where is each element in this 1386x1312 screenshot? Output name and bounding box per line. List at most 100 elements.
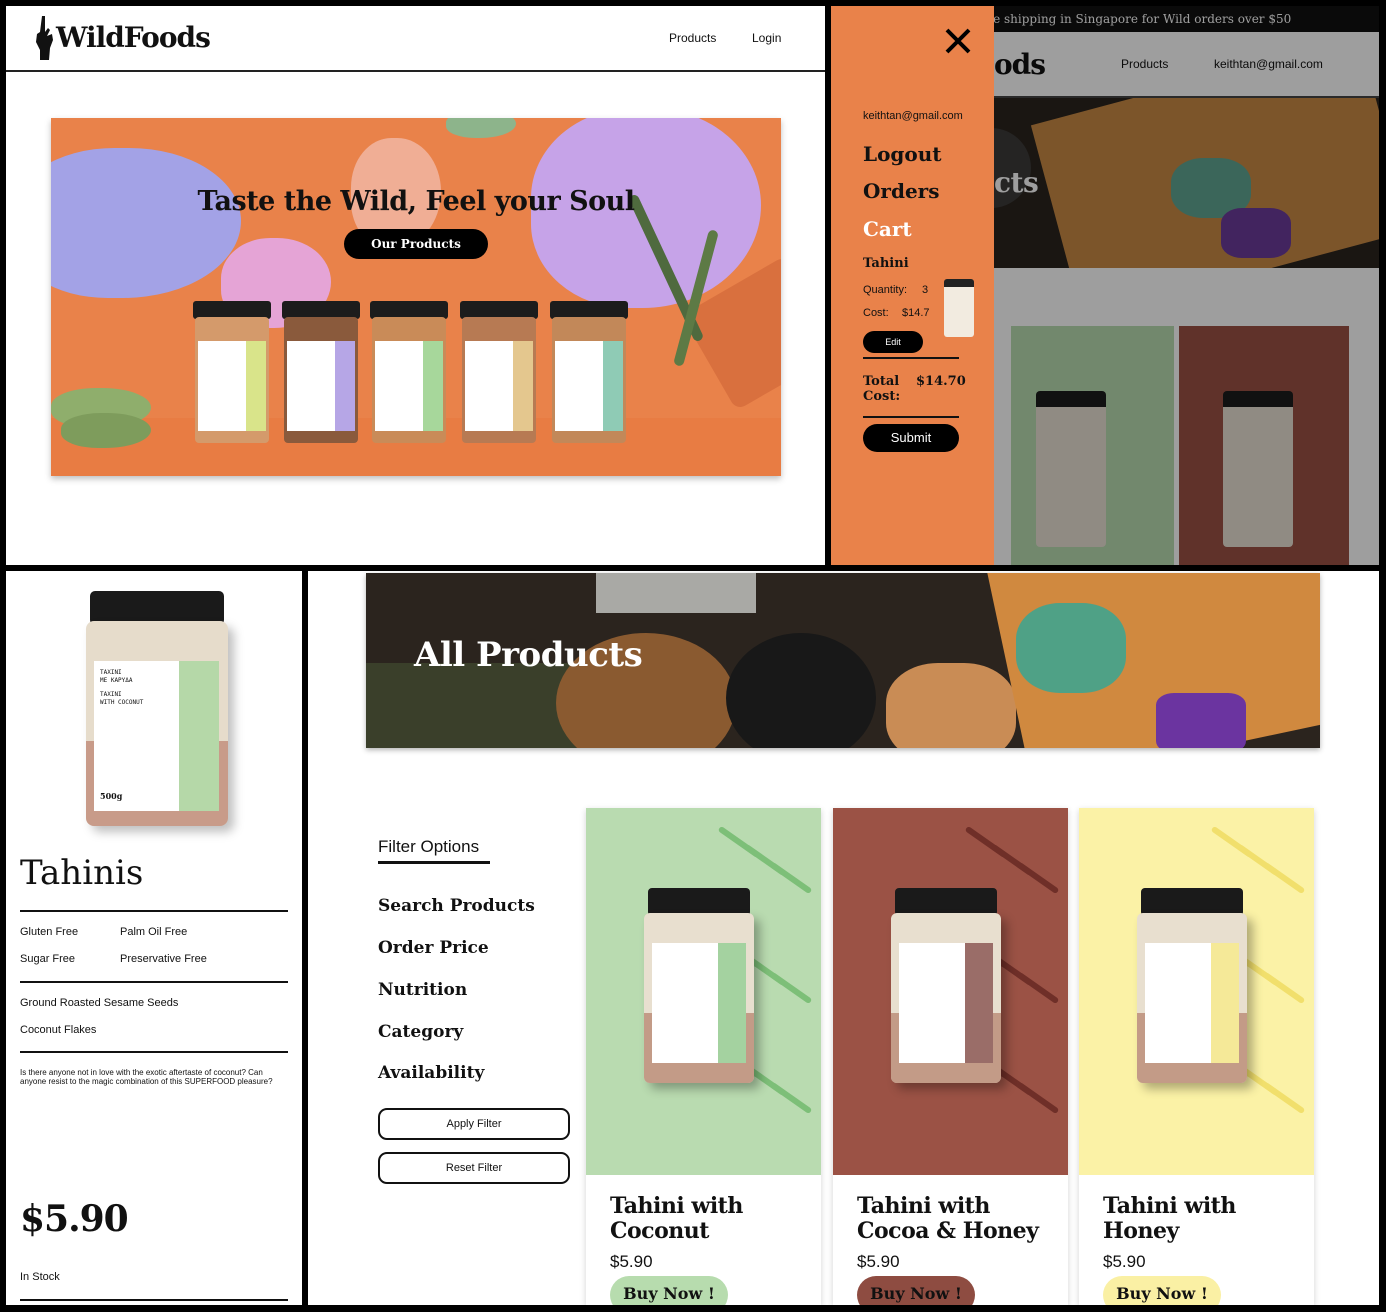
product-jar <box>644 888 754 1083</box>
cart-item-thumbnail <box>944 279 974 337</box>
detail-divider <box>20 981 288 983</box>
menu-logout-link[interactable]: Logout <box>863 142 942 166</box>
product-detail-panel: ΤΑΧΙΝΙ ΜΕ ΚΑΡΥΔΑ ΤΑΧΙΝΙ WITH COCONUT 500g … <box>6 571 302 1305</box>
brand-name: WildFoods <box>56 20 211 54</box>
pattern-stroke <box>1262 1081 1306 1115</box>
pattern-stroke <box>1016 861 1060 895</box>
pattern-stroke <box>1016 971 1060 1005</box>
hero-title: Taste the Wild, Feel your Soul <box>197 186 635 217</box>
pattern-stroke <box>1262 971 1306 1005</box>
product-image[interactable] <box>833 808 1068 1175</box>
hero-blob <box>51 148 241 298</box>
our-products-button[interactable]: Our Products <box>344 229 488 259</box>
product-jar <box>460 301 538 443</box>
cart-cost-label: Cost: <box>863 307 889 319</box>
jar-lid <box>648 888 750 916</box>
jar-weight: 500g <box>100 791 123 801</box>
home-header: WildFoods Products Login <box>6 6 825 72</box>
jar-lid <box>90 591 224 625</box>
detail-divider <box>20 1299 288 1301</box>
hero-blob <box>446 118 516 138</box>
total-divider <box>863 416 959 418</box>
filter-availability[interactable]: Availability <box>378 1063 484 1083</box>
product-jar <box>282 301 360 443</box>
pattern-stroke <box>769 971 813 1005</box>
close-icon[interactable] <box>944 27 972 55</box>
jar-lid-shape <box>726 633 876 748</box>
pattern-stroke <box>769 1081 813 1115</box>
catalog-banner-title: All Products <box>414 635 643 675</box>
tag-gluten-free: Gluten Free <box>20 926 79 938</box>
jar-label: ΤΑΧΙΝΙ ΜΕ ΚΑΡΥΔΑ ΤΑΧΙΝΙ WITH COCONUT 500g <box>94 661 219 811</box>
filter-heading-underline <box>378 861 490 864</box>
submit-order-button[interactable]: Submit <box>863 424 959 452</box>
menu-orders-link[interactable]: Orders <box>863 179 939 203</box>
jar-label-pattern <box>965 943 993 1063</box>
detail-divider <box>20 910 288 912</box>
jar-lid-shape <box>886 663 1016 748</box>
jar-label-pattern <box>179 661 219 811</box>
detail-price: $5.90 <box>20 1198 129 1240</box>
reset-filter-button[interactable]: Reset Filter <box>378 1152 570 1184</box>
grass-shape <box>366 663 586 748</box>
buy-now-button[interactable]: Buy Now ! <box>857 1276 975 1305</box>
product-image[interactable] <box>586 808 821 1175</box>
detail-divider <box>20 1051 288 1053</box>
detail-description: Is there anyone not in love with the exo… <box>20 1068 273 1086</box>
side-menu: keithtan@gmail.com Logout Orders Cart Ta… <box>831 6 994 565</box>
jar-label <box>899 943 993 1063</box>
product-price: $5.90 <box>857 1252 900 1271</box>
product-jar <box>891 888 1001 1083</box>
cart-edit-button[interactable]: Edit <box>863 331 923 353</box>
menu-cart-link[interactable]: Cart <box>863 217 912 241</box>
jar-label-text: ΤΑΧΙΝΙ ΜΕ ΚΑΡΥΔΑ ΤΑΧΙΝΙ WITH COCONUT <box>100 669 144 706</box>
detail-jar-image: ΤΑΧΙΝΙ ΜΕ ΚΑΡΥΔΑ ΤΑΧΙΝΙ WITH COCONUT 500g <box>84 591 230 826</box>
product-name[interactable]: Tahini with Honey <box>1103 1194 1303 1244</box>
brand-logo[interactable]: WildFoods <box>34 14 211 60</box>
jar-lid <box>1141 888 1243 916</box>
product-card[interactable]: Tahini with Cocoa & Honey $5.90 Buy Now ! <box>833 808 1068 1305</box>
jar-label <box>652 943 746 1063</box>
detail-title: Tahinis <box>20 853 144 893</box>
cart-cost-value: $14.7 <box>902 307 930 319</box>
home-panel: WildFoods Products Login Taste the Wild,… <box>6 6 825 565</box>
catalog-panel: All Products Filter Options Search Produ… <box>308 571 1379 1305</box>
product-jar <box>1137 888 1247 1083</box>
buy-now-button[interactable]: Buy Now ! <box>1103 1276 1221 1305</box>
nav-login-link[interactable]: Login <box>752 31 781 45</box>
nav-products-link[interactable]: Products <box>669 31 716 45</box>
product-price: $5.90 <box>610 1252 653 1271</box>
filter-nutrition[interactable]: Nutrition <box>378 980 467 1000</box>
product-card[interactable]: Tahini with Coconut $5.90 Buy Now ! <box>586 808 821 1305</box>
jar-label-pattern <box>718 943 746 1063</box>
product-jar <box>193 301 271 443</box>
tag-preservative-free: Preservative Free <box>120 953 207 965</box>
pattern-stroke <box>769 861 813 895</box>
cart-quantity-value: 3 <box>922 284 929 296</box>
cart-divider <box>863 357 959 359</box>
stock-status: In Stock <box>20 1271 60 1283</box>
filter-search-products[interactable]: Search Products <box>378 896 535 916</box>
product-image[interactable] <box>1079 808 1314 1175</box>
product-name[interactable]: Tahini with Coconut <box>610 1194 810 1244</box>
apply-filter-button[interactable]: Apply Filter <box>378 1108 570 1140</box>
buy-now-button[interactable]: Buy Now ! <box>610 1276 728 1305</box>
menu-user-email: keithtan@gmail.com <box>863 110 963 122</box>
jar-label-pattern <box>1211 943 1239 1063</box>
product-name[interactable]: Tahini with Cocoa & Honey <box>857 1194 1057 1244</box>
jar-lid-shape <box>1016 603 1126 693</box>
total-cost-label: Total Cost: <box>863 374 901 404</box>
pattern-stroke <box>1016 1081 1060 1115</box>
tin-shape <box>596 573 756 613</box>
jar-label <box>1145 943 1239 1063</box>
total-cost-value: $14.70 <box>916 374 966 389</box>
ingredient-item: Coconut Flakes <box>20 1024 97 1036</box>
hero-banner: Taste the Wild, Feel your Soul Our Produ… <box>51 118 781 476</box>
pattern-stroke <box>1262 861 1306 895</box>
filter-heading: Filter Options <box>378 837 480 856</box>
product-jar <box>370 301 448 443</box>
tag-sugar-free: Sugar Free <box>20 953 76 965</box>
filter-category[interactable]: Category <box>378 1022 463 1042</box>
filter-order-price[interactable]: Order Price <box>378 938 489 958</box>
product-card[interactable]: Tahini with Honey $5.90 Buy Now ! <box>1079 808 1314 1305</box>
